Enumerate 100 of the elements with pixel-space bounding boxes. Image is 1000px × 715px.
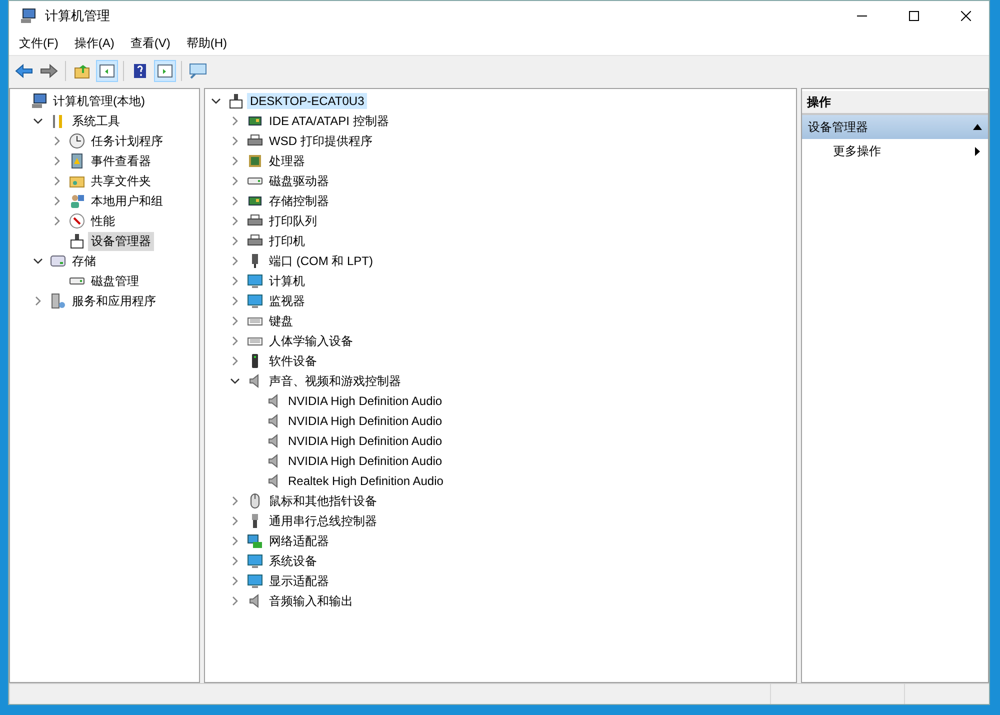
chevron-right-icon[interactable] — [52, 156, 62, 166]
menu-item[interactable]: 文件(F) — [11, 32, 66, 54]
tree-item[interactable]: 计算机管理(本地) — [50, 92, 148, 110]
users-icon — [69, 193, 85, 209]
chevron-right-icon[interactable] — [230, 296, 240, 306]
tree-item[interactable]: IDE ATA/ATAPI 控制器 — [266, 112, 392, 130]
chevron-right-icon[interactable] — [230, 596, 240, 606]
chevron-right-icon[interactable] — [52, 196, 62, 206]
window-title: 计算机管理 — [45, 7, 111, 25]
chevron-right-icon[interactable] — [230, 156, 240, 166]
chevron-right-icon[interactable] — [230, 516, 240, 526]
tree-item[interactable]: DESKTOP-ECAT0U3 — [247, 93, 368, 109]
computer-icon — [31, 93, 47, 109]
tree-item[interactable]: 处理器 — [266, 152, 308, 170]
chevron-down-icon[interactable] — [230, 376, 240, 386]
folder-up-icon — [74, 63, 90, 79]
close-icon — [961, 11, 971, 21]
minimize-icon — [857, 15, 867, 17]
gauge-icon — [69, 213, 85, 229]
tree-item[interactable]: 存储 — [69, 252, 99, 270]
toolbar-button[interactable] — [154, 60, 176, 82]
storage-icon — [50, 253, 66, 269]
chevron-down-icon[interactable] — [33, 256, 43, 266]
actions-section-header[interactable]: 设备管理器 — [802, 115, 988, 139]
chevron-right-icon[interactable] — [230, 356, 240, 366]
tree-item[interactable]: NVIDIA High Definition Audio — [285, 453, 446, 469]
processor-icon — [247, 153, 263, 169]
tree-item[interactable]: 服务和应用程序 — [69, 292, 159, 310]
tree-item[interactable]: 事件查看器 — [88, 152, 154, 170]
menu-item[interactable]: 查看(V) — [122, 32, 178, 54]
device-icon — [228, 93, 244, 109]
tree-item[interactable]: 共享文件夹 — [88, 172, 154, 190]
tree-item[interactable]: 监视器 — [266, 292, 308, 310]
tree-item[interactable]: 任务计划程序 — [88, 132, 166, 150]
tree-item[interactable]: 显示适配器 — [266, 572, 332, 590]
computer-management-icon — [20, 8, 36, 24]
disk-drive-icon — [247, 177, 263, 185]
tree-item[interactable]: 软件设备 — [266, 352, 320, 370]
tree-item[interactable]: 人体学输入设备 — [266, 332, 356, 350]
chevron-right-icon[interactable] — [52, 176, 62, 186]
disk-drive-icon — [69, 277, 85, 285]
chevron-down-icon[interactable] — [33, 116, 43, 126]
tree-item[interactable]: 声音、视频和游戏控制器 — [266, 372, 404, 390]
tree-item[interactable]: 性能 — [88, 212, 118, 230]
chevron-right-icon[interactable] — [230, 576, 240, 586]
chevron-right-icon[interactable] — [230, 176, 240, 186]
show-pane-icon — [157, 64, 173, 78]
chevron-down-icon[interactable] — [211, 96, 221, 106]
tree-item[interactable]: 端口 (COM 和 LPT) — [266, 252, 376, 270]
menu-item[interactable]: 帮助(H) — [178, 32, 235, 54]
tree-item[interactable]: NVIDIA High Definition Audio — [285, 413, 446, 429]
chevron-right-icon[interactable] — [230, 216, 240, 226]
chevron-right-icon[interactable] — [230, 316, 240, 326]
chevron-right-icon[interactable] — [33, 296, 43, 306]
chevron-right-icon[interactable] — [230, 196, 240, 206]
tree-item[interactable]: 系统设备 — [266, 552, 320, 570]
tree-item[interactable]: 音频输入和输出 — [266, 592, 356, 610]
tree-item[interactable]: 键盘 — [266, 312, 296, 330]
tree-item[interactable]: 网络适配器 — [266, 532, 332, 550]
submenu-arrow-icon — [975, 146, 980, 156]
maximize-icon — [909, 11, 919, 21]
chevron-right-icon[interactable] — [230, 136, 240, 146]
clock-icon — [69, 133, 85, 149]
monitor-magnifier-icon — [189, 63, 207, 79]
tree-item[interactable]: 设备管理器 — [88, 232, 154, 250]
tree-item[interactable]: WSD 打印提供程序 — [266, 132, 376, 150]
chevron-right-icon[interactable] — [230, 536, 240, 546]
chevron-right-icon[interactable] — [52, 136, 62, 146]
tree-item[interactable]: NVIDIA High Definition Audio — [285, 393, 446, 409]
tree-item[interactable]: 鼠标和其他指针设备 — [266, 492, 380, 510]
tree-item[interactable]: 打印队列 — [266, 212, 320, 230]
chevron-right-icon[interactable] — [230, 276, 240, 286]
help-icon — [133, 63, 147, 79]
chevron-right-icon[interactable] — [230, 236, 240, 246]
collapse-triangle-icon — [973, 124, 982, 130]
chevron-right-icon[interactable] — [230, 336, 240, 346]
chevron-right-icon[interactable] — [230, 496, 240, 506]
tree-item[interactable]: 磁盘驱动器 — [266, 172, 332, 190]
actions-header: 操作 — [802, 91, 988, 115]
device-icon — [69, 233, 85, 249]
toolbar-button[interactable] — [96, 60, 118, 82]
tree-item[interactable]: 系统工具 — [69, 112, 123, 130]
monitor-icon — [247, 273, 263, 289]
tree-item[interactable]: 存储控制器 — [266, 192, 332, 210]
services-icon — [50, 293, 66, 309]
tree-item[interactable]: 打印机 — [266, 232, 308, 250]
chevron-right-icon[interactable] — [230, 256, 240, 266]
tree-item[interactable]: Realtek High Definition Audio — [285, 473, 446, 489]
tree-item[interactable]: 本地用户和组 — [88, 192, 166, 210]
tree-item[interactable]: 通用串行总线控制器 — [266, 512, 380, 530]
menu-item[interactable]: 操作(A) — [66, 32, 122, 54]
tree-item[interactable]: 计算机 — [266, 272, 308, 290]
chevron-right-icon[interactable] — [230, 116, 240, 126]
monitor-icon — [247, 293, 263, 309]
tree-item[interactable]: NVIDIA High Definition Audio — [285, 433, 446, 449]
network-icon — [247, 533, 263, 549]
chevron-right-icon[interactable] — [52, 216, 62, 226]
tree-item[interactable]: 磁盘管理 — [88, 272, 142, 290]
chevron-right-icon[interactable] — [230, 556, 240, 566]
monitor-icon — [247, 573, 263, 589]
